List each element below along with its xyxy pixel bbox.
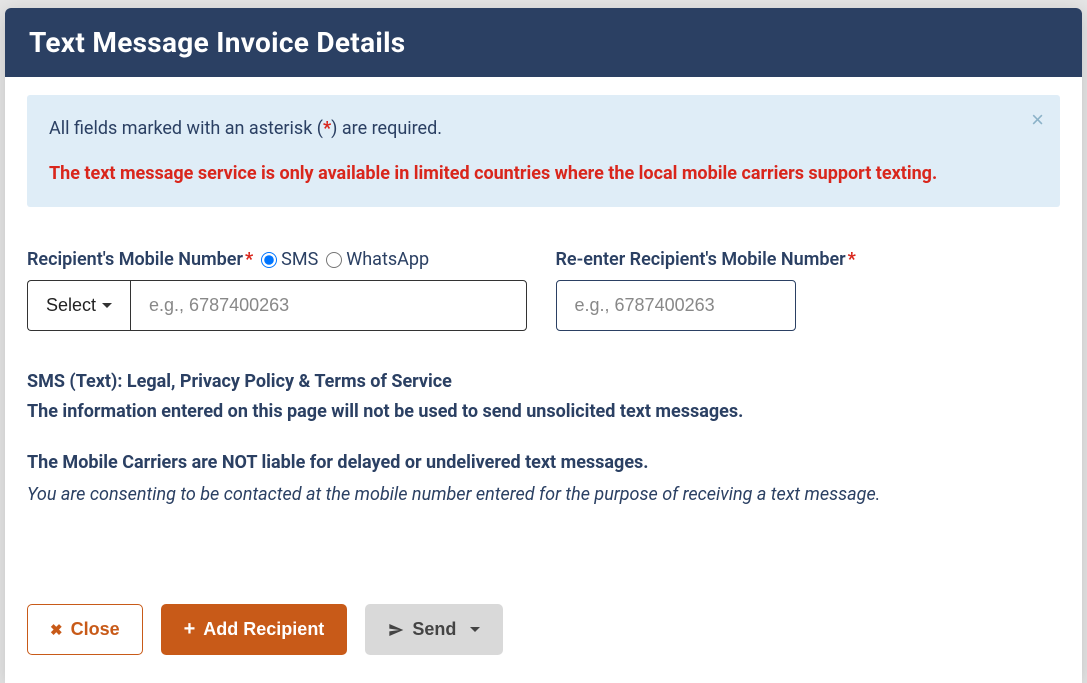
alert-asterisk: * <box>323 118 331 139</box>
modal-footer: Close Add Recipient Send <box>5 584 1082 683</box>
info-alert: × All fields marked with an asterisk (*)… <box>27 95 1060 207</box>
close-button[interactable]: Close <box>27 604 143 655</box>
mobile-label: Recipient's Mobile Number <box>27 249 243 270</box>
close-button-label: Close <box>71 619 120 640</box>
alert-required-text: All fields marked with an asterisk (*) a… <box>49 115 1038 142</box>
alert-warning-text: The text message service is only availab… <box>49 160 1038 187</box>
legal-line2: The Mobile Carriers are NOT liable for d… <box>27 448 1060 478</box>
send-button-label: Send <box>412 619 456 640</box>
country-select-label: Select <box>46 295 96 316</box>
reenter-mobile-input[interactable] <box>556 280 796 331</box>
alert-text-post: ) are required. <box>331 118 442 139</box>
plus-icon <box>184 619 196 640</box>
legal-block2: The Mobile Carriers are NOT liable for d… <box>27 448 1060 509</box>
radio-whatsapp-label: WhatsApp <box>346 249 429 270</box>
modal-title: Text Message Invoice Details <box>29 26 1058 59</box>
add-recipient-button[interactable]: Add Recipient <box>161 604 348 655</box>
legal-line3: You are consenting to be contacted at th… <box>27 480 1060 510</box>
mobile-number-group: Recipient's Mobile Number* SMS WhatsApp <box>27 249 532 331</box>
legal-line1: The information entered on this page wil… <box>27 397 1060 427</box>
country-select-button[interactable]: Select <box>27 280 130 331</box>
modal-header: Text Message Invoice Details <box>5 8 1082 77</box>
reenter-mobile-group: Re-enter Recipient's Mobile Number* <box>556 249 1061 331</box>
legal-title: SMS (Text): Legal, Privacy Policy & Term… <box>27 367 1060 397</box>
radio-sms-input[interactable] <box>261 252 277 268</box>
form-row: Recipient's Mobile Number* SMS WhatsApp <box>27 249 1060 331</box>
radio-sms-label: SMS <box>281 249 318 270</box>
alert-close-button[interactable]: × <box>1031 109 1044 131</box>
modal-dialog: Text Message Invoice Details × All field… <box>5 8 1082 683</box>
required-asterisk: * <box>848 249 856 270</box>
modal-body: × All fields marked with an asterisk (*)… <box>5 77 1082 584</box>
mobile-input[interactable] <box>130 280 527 331</box>
close-icon <box>50 619 63 640</box>
reenter-label: Re-enter Recipient's Mobile Number <box>556 249 846 270</box>
mobile-label-row: Recipient's Mobile Number* SMS WhatsApp <box>27 249 532 270</box>
alert-text-pre: All fields marked with an asterisk ( <box>49 118 323 139</box>
required-asterisk: * <box>245 249 253 270</box>
radio-whatsapp-input[interactable] <box>326 252 342 268</box>
chevron-down-icon <box>102 303 112 308</box>
channel-radio-group: SMS WhatsApp <box>261 249 429 270</box>
radio-sms[interactable]: SMS <box>261 249 318 270</box>
send-icon <box>388 622 404 638</box>
legal-text: SMS (Text): Legal, Privacy Policy & Term… <box>27 367 1060 510</box>
radio-whatsapp[interactable]: WhatsApp <box>326 249 429 270</box>
mobile-input-group: Select <box>27 280 527 331</box>
reenter-label-row: Re-enter Recipient's Mobile Number* <box>556 249 1061 270</box>
chevron-down-icon <box>470 627 480 632</box>
send-button[interactable]: Send <box>365 604 503 655</box>
add-button-label: Add Recipient <box>203 619 324 640</box>
